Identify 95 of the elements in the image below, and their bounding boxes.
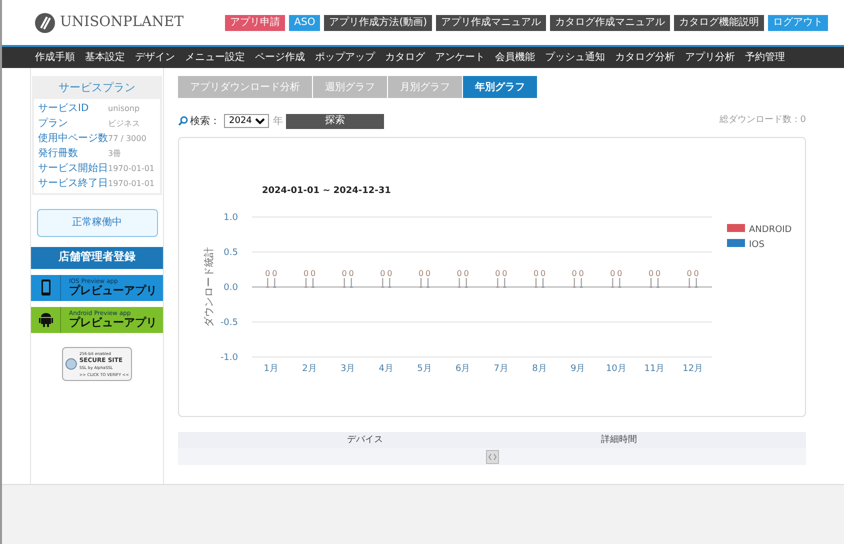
status-box: 正常稼働中 xyxy=(36,208,158,236)
data-label: 0 xyxy=(342,269,347,278)
search-button[interactable]: 探索 xyxy=(286,114,384,128)
column-header: デバイス xyxy=(346,434,384,447)
nav-link[interactable]: デザイン xyxy=(130,50,180,65)
x-tick-label: 3月 xyxy=(340,364,356,374)
y-tick-label: -1.0 xyxy=(220,353,238,363)
data-label: 0 xyxy=(533,269,539,278)
plan-value: 3冊 xyxy=(108,148,122,160)
header-button[interactable]: アプリ作成方法(動画) xyxy=(324,14,432,30)
plan-label: サービス終了日 xyxy=(38,176,108,190)
logo-icon xyxy=(34,12,56,34)
data-label: 0 xyxy=(418,269,424,278)
legend-label: IOS xyxy=(749,240,764,250)
header-button[interactable]: カタログ機能説明 xyxy=(674,14,764,30)
plan-value: 1970-01-01 xyxy=(108,162,154,174)
plan-value: unisonp xyxy=(108,102,140,115)
x-tick-label: 12月 xyxy=(682,364,704,374)
nav-link[interactable]: 予約管理 xyxy=(740,50,790,65)
x-tick-label: 8月 xyxy=(532,364,547,374)
header-button[interactable]: アプリ申請 xyxy=(225,14,286,30)
data-label: 0 xyxy=(502,269,508,278)
data-label: 0 xyxy=(655,269,661,278)
nav-link[interactable]: 会員機能 xyxy=(490,50,540,65)
nav-link[interactable]: カタログ xyxy=(380,50,430,65)
y-tick-label: 0.5 xyxy=(224,248,238,258)
plan-value: 1970-01-01 xyxy=(108,178,154,190)
year-unit: 年 xyxy=(273,114,283,128)
data-label: 0 xyxy=(310,269,316,278)
x-tick-label: 5月 xyxy=(417,364,432,374)
y-tick-label: -0.5 xyxy=(220,318,238,328)
data-label: 0 xyxy=(464,269,469,278)
data-label: 0 xyxy=(694,269,699,278)
x-tick-label: 7月 xyxy=(494,364,509,374)
plan-value: ビジネス xyxy=(108,118,140,130)
nav-link[interactable]: アンケート xyxy=(430,50,490,65)
x-tick-label: 11月 xyxy=(644,364,665,374)
header-button[interactable]: アプリ作成マニュアル xyxy=(436,14,546,30)
smartphone-icon xyxy=(40,279,50,296)
plan-label: 使用中ページ数 xyxy=(38,132,108,146)
header-button[interactable]: カタログ作成マニュアル xyxy=(550,14,670,30)
y-tick-label: 0.0 xyxy=(224,283,238,293)
nav-link[interactable]: カタログ分析 xyxy=(610,50,680,65)
search-label: 検索： xyxy=(190,114,220,128)
legend-swatch xyxy=(727,239,745,247)
data-label: 0 xyxy=(303,269,309,278)
register-button[interactable]: 店舗管理者登録 xyxy=(31,246,163,268)
x-tick-label: 4月 xyxy=(378,364,394,374)
nav-link[interactable]: 作成手順 xyxy=(30,50,80,65)
y-tick-label: 1.0 xyxy=(224,213,238,223)
nav-link[interactable]: ポップアップ xyxy=(310,50,380,65)
data-label: 0 xyxy=(617,269,622,278)
data-label: 0 xyxy=(425,269,431,278)
nav-link[interactable]: プッシュ通知 xyxy=(540,50,610,65)
data-label: 0 xyxy=(265,269,270,278)
data-label: 0 xyxy=(456,269,462,278)
plan-label: サービス開始日 xyxy=(38,162,108,176)
plan-label: 発行冊数 xyxy=(38,146,79,160)
data-label: 0 xyxy=(578,269,584,278)
x-tick-label: 6月 xyxy=(455,364,470,374)
robot-icon xyxy=(38,312,52,327)
tab[interactable]: 年別グラフ xyxy=(463,76,538,98)
data-label: 0 xyxy=(387,269,392,278)
plan-label: プラン xyxy=(38,116,69,130)
data-label: 0 xyxy=(380,269,386,278)
y-axis-label: ダウンロード統計 xyxy=(204,247,215,327)
data-label: 0 xyxy=(495,269,500,278)
legend-label: ANDROID xyxy=(749,225,792,235)
plan-value: 77 / 3000 xyxy=(108,132,146,144)
plan-title: サービスプラン xyxy=(58,80,136,96)
x-tick-label: 2月 xyxy=(302,364,317,374)
column-header: 詳細時間 xyxy=(600,434,638,447)
data-label: 0 xyxy=(572,269,577,278)
data-label: 0 xyxy=(648,269,654,278)
nav-link[interactable]: ページ作成 xyxy=(250,50,310,65)
plan-label: サービスID xyxy=(38,102,90,116)
data-label: 0 xyxy=(348,269,354,278)
nav-link[interactable]: アプリ分析 xyxy=(680,50,740,65)
x-tick-label: 10月 xyxy=(606,364,626,374)
nav-link[interactable]: メニュー設定 xyxy=(180,50,250,65)
data-label: 0 xyxy=(610,269,616,278)
data-label: 0 xyxy=(272,269,278,278)
data-label: 0 xyxy=(686,269,692,278)
logo-text: UNISONPLANET xyxy=(60,13,184,32)
chart-title: 2024-01-01 ~ 2024-12-31 xyxy=(262,186,391,196)
x-tick-label: 1月 xyxy=(264,364,279,374)
scroll-arrows-icon[interactable] xyxy=(486,450,498,464)
legend-swatch xyxy=(727,224,745,232)
nav-link[interactable]: 基本設定 xyxy=(80,50,130,65)
data-label: 0 xyxy=(540,269,546,278)
total-downloads: 総ダウンロード数：0 xyxy=(719,114,806,128)
seal-icon xyxy=(65,356,78,370)
year-select[interactable]: 2024 xyxy=(224,114,269,128)
search-icon xyxy=(178,116,188,126)
x-tick-label: 9月 xyxy=(570,364,586,374)
